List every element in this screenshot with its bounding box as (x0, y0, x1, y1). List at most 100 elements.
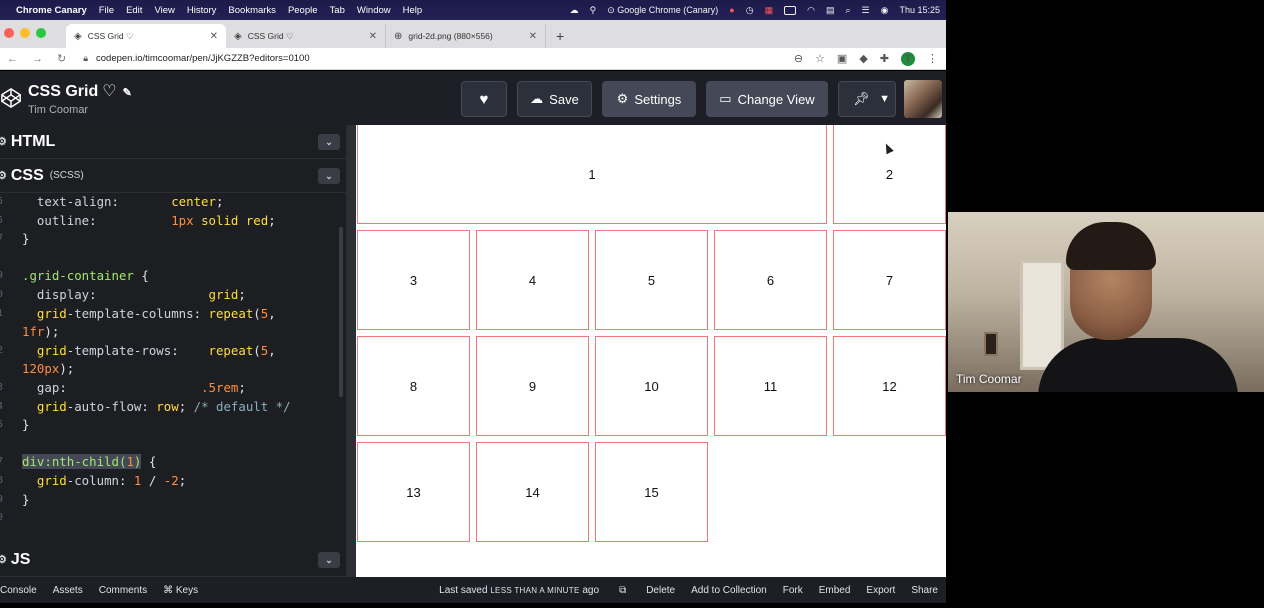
open-external-icon[interactable]: ⧉ (611, 585, 634, 596)
minimize-window-icon[interactable] (20, 28, 30, 38)
code-line: 1fr); (22, 324, 60, 340)
pen-title-text: CSS Grid (28, 82, 99, 100)
menu-edit[interactable]: Edit (126, 5, 142, 16)
love-button[interactable]: ♥ (461, 81, 507, 117)
forward-arrow-icon[interactable]: → (32, 53, 43, 65)
export-button[interactable]: Export (858, 585, 903, 596)
menu-history[interactable]: History (187, 5, 217, 16)
extension-icon[interactable]: ▣ (837, 52, 847, 65)
clock[interactable]: Thu 15:25 (899, 5, 940, 15)
control-center-icon[interactable]: ☰ (862, 5, 870, 16)
menu-kebab-icon[interactable]: ⋮ (927, 52, 938, 65)
heart-icon: ♥ (479, 90, 489, 108)
save-button[interactable]: ☁ Save (517, 81, 592, 117)
gear-icon[interactable]: ⚙ (0, 169, 7, 182)
zoom-window-icon[interactable] (36, 28, 46, 38)
grid-item-2: 2 (833, 125, 946, 224)
time-machine-icon[interactable]: ◷ (746, 5, 754, 16)
pin-button[interactable]: 📌︎ ▼ (838, 81, 896, 117)
menu-bookmarks[interactable]: Bookmarks (228, 5, 276, 16)
pen-title[interactable]: CSS Grid ♡ ✎ (28, 81, 132, 101)
chevron-down-icon[interactable]: ⌄ (318, 552, 340, 568)
menu-help[interactable]: Help (403, 5, 423, 16)
fork-button[interactable]: Fork (775, 585, 811, 596)
pen-author[interactable]: Tim Coomar (28, 104, 132, 116)
pen-info: CSS Grid ♡ ✎ Tim Coomar (28, 81, 132, 116)
codepen-logo-icon[interactable] (0, 87, 22, 109)
add-to-collection-button[interactable]: Add to Collection (683, 585, 775, 596)
reload-icon[interactable]: ↻ (57, 52, 66, 65)
css-editor-header[interactable]: ⚙ CSS (SCSS) ⌄ (0, 159, 346, 193)
battery-icon[interactable] (784, 5, 797, 16)
codepen-footer: Console Assets Comments ⌘ Keys Last save… (0, 577, 946, 603)
tab-grid-image[interactable]: ⊕ grid-2d.png (880×556) ✕ (386, 24, 546, 48)
grid-item-1: 1 (357, 125, 827, 224)
embed-button[interactable]: Embed (811, 585, 859, 596)
css-code-editor[interactable]: 5 text-align: center; 5 outline: 1px soli… (0, 193, 346, 545)
menu-app-name[interactable]: Chrome Canary (16, 5, 87, 16)
pin-tray-icon[interactable]: ⚲ (590, 5, 597, 16)
edit-pencil-icon[interactable]: ✎ (123, 87, 132, 99)
gear-icon[interactable]: ⚙ (0, 553, 7, 566)
chevron-down-icon[interactable]: ⌄ (318, 168, 340, 184)
menu-file[interactable]: File (99, 5, 114, 16)
bookmark-star-icon[interactable]: ☆ (815, 52, 825, 65)
js-editor-header[interactable]: ⚙ JS ⌄ (0, 543, 346, 577)
settings-label: Settings (634, 91, 682, 107)
settings-button[interactable]: ⚙ Settings (602, 81, 696, 117)
wifi-icon[interactable]: ◠ (807, 5, 815, 16)
url-field[interactable]: codepen.io/timcoomar/pen/JjKGZZB?editors… (96, 53, 310, 64)
heart-outline-icon: ♡ (102, 82, 117, 100)
chevron-down-icon[interactable]: ⌄ (318, 134, 340, 150)
css-label: CSS (10, 166, 44, 184)
calendar-icon[interactable]: ▦ (765, 5, 774, 16)
menu-view[interactable]: View (154, 5, 174, 16)
assets-button[interactable]: Assets (45, 585, 91, 596)
header-actions: ♥ ☁ Save ⚙ Settings ▭ Change View 📌︎ ▼ (451, 80, 942, 118)
menu-people[interactable]: People (288, 5, 318, 16)
tab-css-grid-active[interactable]: ◈ CSS Grid ♡ ✕ (66, 24, 226, 48)
close-window-icon[interactable] (4, 28, 14, 38)
profile-avatar[interactable]: T (901, 51, 915, 66)
user-avatar[interactable] (904, 80, 942, 118)
extensions-puzzle-icon[interactable]: ✚ (880, 52, 889, 65)
change-view-button[interactable]: ▭ Change View (706, 81, 828, 117)
keys-button[interactable]: ⌘ Keys (155, 585, 206, 596)
chevron-down-icon[interactable]: ▼ (879, 93, 890, 105)
extension-2-icon[interactable]: ◆ (859, 52, 867, 65)
back-arrow-icon[interactable]: ← (7, 53, 18, 65)
html-editor-header[interactable]: ⚙ HTML ⌄ (0, 125, 346, 159)
console-button[interactable]: Console (0, 585, 45, 596)
share-button[interactable]: Share (903, 585, 946, 596)
globe-icon: ⊕ (394, 30, 403, 42)
menu-window[interactable]: Window (357, 5, 391, 16)
delete-button[interactable]: Delete (638, 585, 683, 596)
gear-icon[interactable]: ⚙ (0, 135, 7, 148)
zoom-icon[interactable]: ⊖ (794, 52, 803, 65)
flag-icon[interactable]: ▤ (826, 5, 835, 16)
close-tab-icon[interactable]: ✕ (210, 31, 218, 42)
cloud-icon[interactable]: ☁ (570, 5, 579, 16)
js-label: JS (10, 550, 31, 568)
siri-icon[interactable]: ◉ (881, 5, 889, 16)
line-number: 2 (0, 344, 4, 356)
code-line: 120px); (22, 361, 75, 377)
tab-title: CSS Grid ♡ (247, 30, 294, 41)
result-preview[interactable]: 1 2 3 4 5 6 7 8 9 10 11 12 13 14 15 (356, 125, 946, 577)
record-icon[interactable]: ● (729, 5, 734, 15)
tab-css-grid[interactable]: ◈ CSS Grid ♡ ✕ (226, 24, 386, 48)
search-icon[interactable]: ⌕ (845, 5, 850, 16)
save-label: Save (549, 91, 579, 107)
new-tab-button[interactable]: + (556, 24, 564, 48)
window-controls (4, 19, 52, 47)
close-tab-icon[interactable]: ✕ (369, 31, 377, 42)
close-tab-icon[interactable]: ✕ (529, 31, 537, 42)
comments-button[interactable]: Comments (91, 585, 155, 596)
editor-scrollbar[interactable] (339, 227, 343, 397)
app-status[interactable]: ⊙ Google Chrome (Canary) (607, 5, 718, 16)
resize-handle[interactable] (346, 125, 356, 577)
participant-body (1038, 338, 1238, 392)
lock-icon[interactable]: 🔒︎ (83, 53, 88, 64)
last-saved-status: Last saved LESS THAN A MINUTE ago (439, 585, 599, 596)
menu-tab[interactable]: Tab (330, 5, 345, 16)
